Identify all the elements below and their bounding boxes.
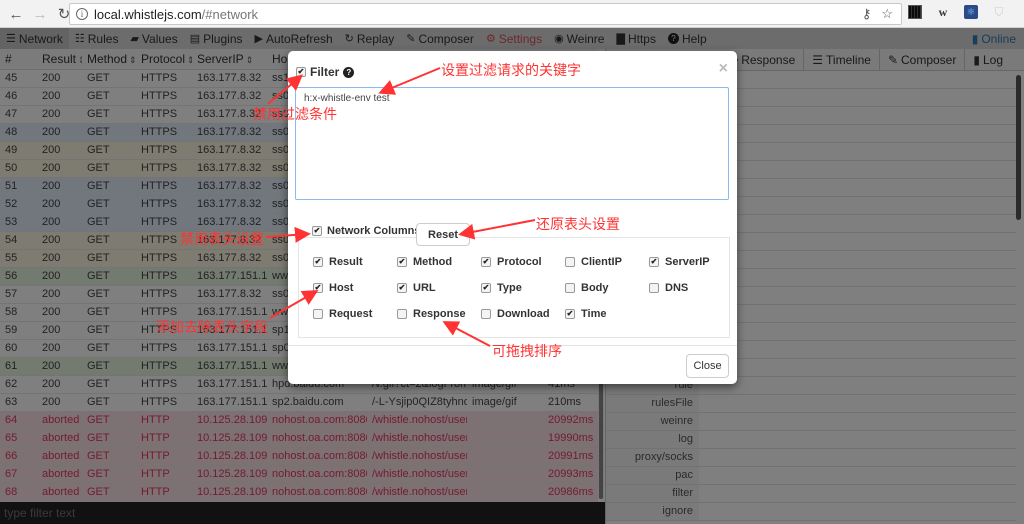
column-checkbox[interactable]: ✔ <box>397 283 407 293</box>
column-option-body[interactable]: Body <box>565 282 609 294</box>
info-icon[interactable]: i <box>76 8 88 20</box>
column-checkbox[interactable]: ✔ <box>481 283 491 293</box>
column-option-type[interactable]: ✔ Type <box>481 282 522 294</box>
column-option-label: ServerIP <box>665 256 710 268</box>
annotation-filter-keyword: 设置过滤请求的关键字 <box>441 62 581 78</box>
column-checkbox[interactable] <box>649 283 659 293</box>
column-option-label: Result <box>329 256 363 268</box>
column-option-label: ClientIP <box>581 256 622 268</box>
column-option-serverip[interactable]: ✔ ServerIP <box>649 256 710 268</box>
url-path: /#network <box>201 6 259 22</box>
qr-code-icon[interactable] <box>908 5 922 19</box>
column-option-label: Body <box>581 282 609 294</box>
column-option-label: Response <box>413 308 466 320</box>
question-icon[interactable]: ? <box>343 66 355 78</box>
annotation-add-remove-columns: 添加去除表头字段 <box>156 319 268 335</box>
column-checkbox[interactable] <box>565 283 575 293</box>
network-columns-checkbox[interactable]: ✔ <box>312 226 322 236</box>
filter-textarea[interactable] <box>295 87 729 200</box>
forward-icon[interactable]: → <box>30 4 50 24</box>
column-checkbox[interactable] <box>565 257 575 267</box>
column-option-protocol[interactable]: ✔ Protocol <box>481 256 542 268</box>
column-checkbox[interactable]: ✔ <box>397 257 407 267</box>
column-option-label: Download <box>497 308 550 320</box>
column-option-dns[interactable]: DNS <box>649 282 688 294</box>
columns-options: ✔ Result ✔ Method ✔ Protocol ClientIP ✔ ServerIP… <box>298 237 730 338</box>
close-button[interactable]: Close <box>686 354 729 378</box>
star-icon[interactable]: ☆ <box>881 6 893 22</box>
network-columns-header: ✔ Network Columns <box>312 225 421 237</box>
filter-label: Filter <box>310 65 340 79</box>
network-columns-label: Network Columns <box>327 225 421 237</box>
annotation-drag-sort: 可拖拽排序 <box>492 343 562 359</box>
close-icon[interactable]: × <box>719 60 728 78</box>
column-option-label: Type <box>497 282 522 294</box>
column-option-request[interactable]: Request <box>313 308 372 320</box>
address-bar[interactable]: i local.whistlejs.com/#network ⚷ ☆ <box>69 3 902 25</box>
column-option-method[interactable]: ✔ Method <box>397 256 452 268</box>
key-icon[interactable]: ⚷ <box>862 6 872 22</box>
filter-checkbox[interactable]: ✔ <box>296 67 306 77</box>
column-checkbox[interactable]: ✔ <box>565 309 575 319</box>
browser-chrome: ← → ↻ i local.whistlejs.com/#network ⚷ ☆… <box>0 0 1024 28</box>
column-option-clientip[interactable]: ClientIP <box>565 256 622 268</box>
url-host: local.whistlejs.com <box>94 6 202 22</box>
column-option-label: Request <box>329 308 373 320</box>
menu-icon[interactable]: ⋮ <box>1020 4 1024 20</box>
column-option-label: DNS <box>665 282 689 294</box>
column-option-label: Protocol <box>497 256 542 268</box>
column-checkbox[interactable] <box>313 309 323 319</box>
column-option-label: Time <box>581 308 607 320</box>
reset-button[interactable]: Reset <box>416 223 470 246</box>
column-option-download[interactable]: Download <box>481 308 550 320</box>
react-icon[interactable]: ⚛ <box>964 5 978 19</box>
column-option-result[interactable]: ✔ Result <box>313 256 363 268</box>
column-option-time[interactable]: ✔ Time <box>565 308 606 320</box>
column-option-label: Method <box>413 256 453 268</box>
column-checkbox[interactable]: ✔ <box>649 257 659 267</box>
column-checkbox[interactable] <box>397 309 407 319</box>
annotation-disable-columns: 禁用表头设置 <box>180 231 264 247</box>
column-checkbox[interactable]: ✔ <box>313 257 323 267</box>
filter-header: ✔ Filter ? <box>296 65 355 79</box>
column-checkbox[interactable]: ✔ <box>313 283 323 293</box>
column-option-response[interactable]: Response <box>397 308 466 320</box>
shield-icon[interactable]: ⛉ <box>992 5 1006 19</box>
back-icon[interactable]: ← <box>6 4 26 24</box>
w-icon[interactable]: w <box>936 5 950 19</box>
column-option-host[interactable]: ✔ Host <box>313 282 353 294</box>
column-checkbox[interactable]: ✔ <box>481 257 491 267</box>
settings-dialog: × ✔ Filter ? ✔ Network Columns ✔ Result ✔ M… <box>288 51 737 384</box>
column-option-label: URL <box>413 282 436 294</box>
column-option-label: Host <box>329 282 354 294</box>
column-option-url[interactable]: ✔ URL <box>397 282 436 294</box>
annotation-restore-columns: 还原表头设置 <box>536 216 620 232</box>
column-checkbox[interactable] <box>481 309 491 319</box>
annotation-disable-filter: 禁用过滤条件 <box>253 106 337 122</box>
